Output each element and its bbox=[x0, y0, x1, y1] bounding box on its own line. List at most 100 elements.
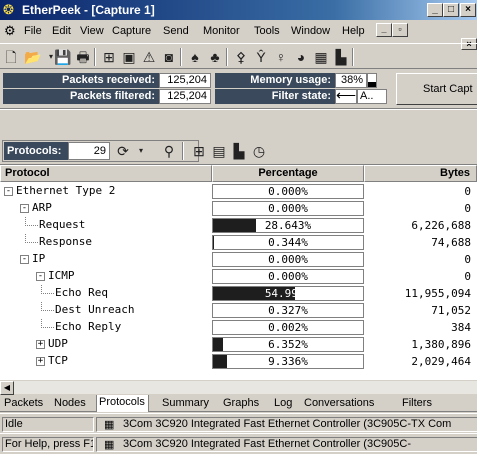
bytes-value: 0 bbox=[464, 185, 471, 198]
menu-window[interactable]: Window bbox=[291, 25, 330, 37]
protocols-label: Protocols: bbox=[4, 142, 68, 160]
status-bar-row: For Help, press F1 3Com 3C920 Integrated… bbox=[0, 433, 477, 453]
menu-send[interactable]: Send bbox=[163, 25, 189, 37]
table-row[interactable]: Dest Unreach 0.327% 71,052 bbox=[0, 302, 477, 319]
collapse-icon[interactable]: - bbox=[36, 272, 45, 281]
open-icon[interactable]: 📂 bbox=[24, 48, 42, 66]
table-row[interactable]: + TCP 9.336% 2,029,464 bbox=[0, 353, 477, 370]
matrix-icon[interactable]: ▦ bbox=[312, 48, 330, 66]
start-capture-button[interactable]: Start Capt bbox=[396, 73, 477, 105]
table-row[interactable]: - ARP 0.000% 0 bbox=[0, 200, 477, 217]
packet-list-icon[interactable]: ⊞ bbox=[190, 142, 208, 160]
mdi-restore-icon[interactable]: ▫ bbox=[392, 23, 408, 37]
save-icon[interactable]: 💾 bbox=[54, 48, 72, 66]
menu-file[interactable]: File bbox=[24, 25, 42, 37]
protocol-name: UDP bbox=[48, 337, 68, 350]
network-adapter-icon: ▦ bbox=[104, 419, 115, 431]
memory-usage-fill bbox=[368, 82, 376, 87]
filter-icon[interactable]: Ŷ bbox=[252, 48, 270, 66]
window-title: EtherPeek - [Capture 1] bbox=[22, 3, 155, 17]
collapse-icon[interactable]: - bbox=[4, 187, 13, 196]
menu-capture[interactable]: Capture bbox=[112, 25, 151, 37]
packet-list-icon[interactable]: ⊞ bbox=[100, 48, 118, 66]
table-row[interactable]: Echo Req 54.994% 11,955,094 bbox=[0, 285, 477, 302]
details-icon[interactable]: ▤ bbox=[210, 142, 228, 160]
table-row[interactable]: Request 28.643% 6,226,688 bbox=[0, 217, 477, 234]
table-row[interactable]: - Ethernet Type 2 0.000% 0 bbox=[0, 183, 477, 200]
horizontal-scrollbar[interactable]: ◀ bbox=[0, 380, 477, 395]
percentage-value: 28.643% bbox=[264, 219, 312, 232]
expand-icon[interactable]: + bbox=[36, 340, 45, 349]
tree-connector bbox=[41, 285, 42, 294]
clock-icon[interactable]: ◷ bbox=[250, 142, 268, 160]
send-packet-icon[interactable]: ♠ bbox=[186, 48, 204, 66]
table-row[interactable]: - ICMP 0.000% 0 bbox=[0, 268, 477, 285]
bytes-column-header[interactable]: Bytes bbox=[364, 165, 477, 182]
percentage-column-header[interactable]: Percentage bbox=[212, 165, 364, 182]
globe-icon[interactable]: ◕ bbox=[292, 48, 310, 66]
menu-tools[interactable]: Tools bbox=[254, 25, 280, 37]
bytes-value: 1,380,896 bbox=[411, 338, 471, 351]
refresh-icon[interactable]: ⟳ bbox=[114, 142, 132, 160]
send-capture-icon[interactable]: ♣ bbox=[206, 48, 224, 66]
protocol-name: TCP bbox=[48, 354, 68, 367]
percentage-bar: 0.000% bbox=[212, 269, 364, 284]
menu-view[interactable]: View bbox=[80, 25, 104, 37]
decode-icon[interactable]: ▣ bbox=[120, 48, 138, 66]
network-adapter-icon: ▦ bbox=[104, 439, 115, 451]
tab-nodes[interactable]: Nodes bbox=[52, 396, 89, 411]
tab-summary[interactable]: Summary bbox=[160, 396, 212, 411]
tree-connector bbox=[25, 234, 26, 243]
minimize-icon[interactable]: _ bbox=[427, 3, 443, 17]
menu-monitor[interactable]: Monitor bbox=[203, 25, 240, 37]
mdi-minimize-icon[interactable]: _ bbox=[376, 23, 392, 37]
etherpeek-app-icon[interactable]: ❂ bbox=[3, 2, 19, 18]
tree-connector bbox=[25, 242, 38, 243]
tab-conversations[interactable]: Conversations bbox=[302, 396, 377, 411]
help-hint: For Help, press F1 bbox=[2, 437, 94, 452]
title-bar[interactable]: ❂ EtherPeek - [Capture 1] _ □ × bbox=[0, 0, 477, 20]
alarm-icon[interactable]: ⚠ bbox=[140, 48, 158, 66]
table-row[interactable]: + UDP 6.352% 1,380,896 bbox=[0, 336, 477, 353]
percentage-bar: 0.327% bbox=[212, 303, 364, 318]
protocol-column-header[interactable]: Protocol bbox=[0, 165, 212, 182]
protocol-name: ICMP bbox=[48, 269, 75, 282]
packets-received-value: 125,204 bbox=[159, 73, 211, 88]
percentage-value: 0.327% bbox=[268, 304, 308, 317]
menu-help[interactable]: Help bbox=[342, 25, 365, 37]
protocol-name: ARP bbox=[32, 201, 52, 214]
document-menu-icon[interactable]: ⚙ bbox=[4, 23, 20, 39]
table-row[interactable]: Echo Reply 0.002% 384 bbox=[0, 319, 477, 336]
percentage-value: 6.352% bbox=[268, 338, 308, 351]
node-icon[interactable]: ♀ bbox=[272, 48, 290, 66]
log-icon[interactable]: ◙ bbox=[160, 48, 178, 66]
collapse-icon[interactable]: - bbox=[20, 204, 29, 213]
tab-graphs[interactable]: Graphs bbox=[221, 396, 262, 411]
expand-icon[interactable]: + bbox=[36, 357, 45, 366]
table-row[interactable]: Response 0.344% 74,688 bbox=[0, 234, 477, 251]
bytes-value: 74,688 bbox=[431, 236, 471, 249]
protocol-filter-icon[interactable]: ⚲ bbox=[160, 142, 178, 160]
tab-filters[interactable]: Filters bbox=[400, 396, 435, 411]
memory-usage-meter bbox=[367, 73, 377, 88]
tab-packets[interactable]: Packets bbox=[2, 396, 46, 411]
tree-connector bbox=[41, 327, 54, 328]
close-icon[interactable]: × bbox=[460, 3, 476, 17]
table-row[interactable]: - IP 0.000% 0 bbox=[0, 251, 477, 268]
new-icon[interactable]: 🗋 bbox=[2, 48, 20, 66]
filter-state-value[interactable]: A.. bbox=[357, 89, 387, 104]
network-icon[interactable]: ⚴ bbox=[232, 48, 250, 66]
scroll-left-icon[interactable]: ◀ bbox=[0, 381, 14, 395]
maximize-icon[interactable]: □ bbox=[443, 3, 459, 17]
print-icon[interactable]: 🖶 bbox=[74, 48, 92, 66]
bar-chart-icon[interactable]: ▙ bbox=[230, 142, 248, 160]
percentage-bar: 0.000% bbox=[212, 201, 364, 216]
collapse-icon[interactable]: - bbox=[20, 255, 29, 264]
tab-protocols[interactable]: Protocols bbox=[96, 395, 149, 412]
tab-log[interactable]: Log bbox=[272, 396, 295, 411]
percentage-value: 0.344% bbox=[268, 236, 308, 249]
menu-edit[interactable]: Edit bbox=[52, 25, 71, 37]
percentage-bar: 0.002% bbox=[212, 320, 364, 335]
chart-icon[interactable]: ▙ bbox=[332, 48, 350, 66]
dropdown-icon[interactable]: ▾ bbox=[132, 142, 150, 160]
